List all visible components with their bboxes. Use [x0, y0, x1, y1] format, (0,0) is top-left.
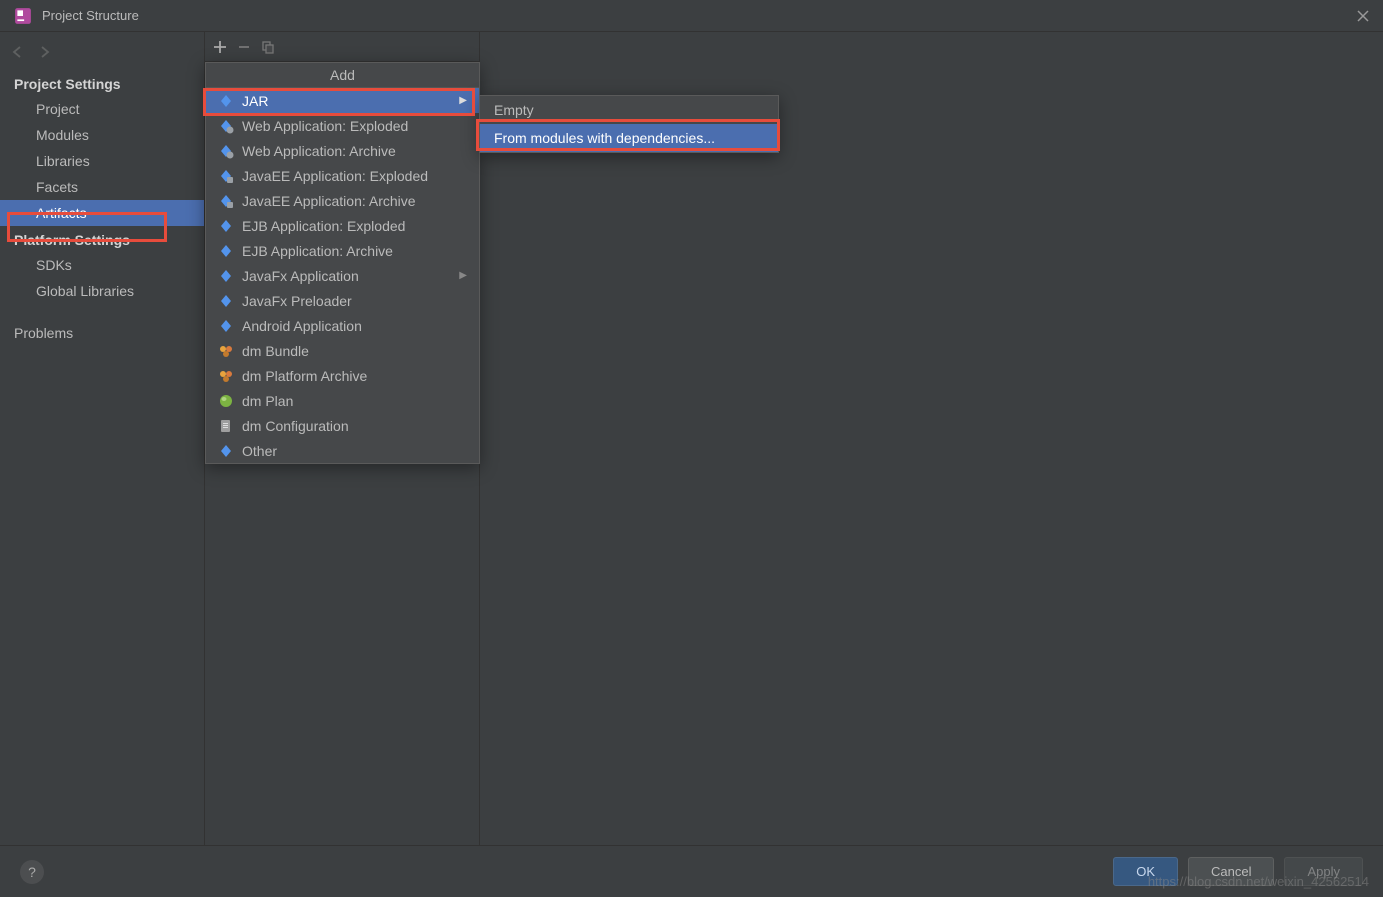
sidebar-item-problems[interactable]: Problems [0, 320, 204, 346]
artifact-type-icon [218, 293, 234, 309]
cancel-button[interactable]: Cancel [1188, 857, 1274, 886]
apply-button[interactable]: Apply [1284, 857, 1363, 886]
add-popup: Add JAR ▶ Web Application: Exploded Web App… [205, 62, 480, 464]
popup-item-label: EJB Application: Archive [242, 243, 393, 259]
artifact-type-icon [218, 418, 234, 434]
sidebar-item-modules[interactable]: Modules [0, 122, 204, 148]
footer: ? OK Cancel Apply [0, 845, 1383, 897]
popup-item-web-application-exploded[interactable]: Web Application: Exploded [206, 113, 479, 138]
artifact-type-icon [218, 343, 234, 359]
popup-item-label: JavaFx Application [242, 268, 359, 284]
popup-item-label: Web Application: Archive [242, 143, 396, 159]
artifact-type-icon [218, 168, 234, 184]
popup-title: Add [206, 63, 479, 88]
back-button[interactable] [8, 42, 28, 62]
section-platform-settings: Platform Settings [0, 226, 204, 252]
jar-submenu: EmptyFrom modules with dependencies... [479, 95, 779, 153]
popup-item-label: dm Platform Archive [242, 368, 367, 384]
popup-item-javaee-application-exploded[interactable]: JavaEE Application: Exploded [206, 163, 479, 188]
submenu-item-empty[interactable]: Empty [480, 96, 778, 124]
ok-button[interactable]: OK [1113, 857, 1178, 886]
popup-item-label: dm Bundle [242, 343, 309, 359]
detail-panel [480, 32, 1383, 845]
artifact-type-icon [218, 218, 234, 234]
popup-item-ejb-application-archive[interactable]: EJB Application: Archive [206, 238, 479, 263]
close-button[interactable] [1351, 4, 1375, 28]
titlebar: Project Structure [0, 0, 1383, 32]
popup-item-dm-platform-archive[interactable]: dm Platform Archive [206, 363, 479, 388]
artifact-type-icon [218, 393, 234, 409]
popup-item-label: JavaEE Application: Exploded [242, 168, 428, 184]
artifact-type-icon [218, 443, 234, 459]
artifact-type-icon [218, 118, 234, 134]
sidebar-item-facets[interactable]: Facets [0, 174, 204, 200]
sidebar: Project Settings Project Modules Librari… [0, 32, 205, 845]
artifact-type-icon [218, 368, 234, 384]
artifact-type-icon [218, 243, 234, 259]
window-title: Project Structure [42, 8, 1351, 23]
sidebar-item-sdks[interactable]: SDKs [0, 252, 204, 278]
popup-item-label: JavaFx Preloader [242, 293, 352, 309]
popup-item-android-application[interactable]: Android Application [206, 313, 479, 338]
artifact-type-icon [218, 143, 234, 159]
artifact-type-icon [218, 93, 234, 109]
popup-item-ejb-application-exploded[interactable]: EJB Application: Exploded [206, 213, 479, 238]
popup-item-javafx-preloader[interactable]: JavaFx Preloader [206, 288, 479, 313]
artifact-type-icon [218, 268, 234, 284]
remove-icon[interactable] [237, 40, 251, 54]
artifact-type-icon [218, 193, 234, 209]
submenu-item-from-modules-with-dependencies-[interactable]: From modules with dependencies... [480, 124, 778, 152]
popup-item-label: dm Configuration [242, 418, 349, 434]
popup-item-label: EJB Application: Exploded [242, 218, 405, 234]
help-button[interactable]: ? [20, 860, 44, 884]
popup-item-dm-plan[interactable]: dm Plan [206, 388, 479, 413]
submenu-arrow-icon: ▶ [459, 95, 467, 106]
sidebar-item-artifacts[interactable]: Artifacts [0, 200, 204, 226]
popup-item-javaee-application-archive[interactable]: JavaEE Application: Archive [206, 188, 479, 213]
submenu-arrow-icon: ▶ [459, 270, 467, 281]
popup-item-label: Web Application: Exploded [242, 118, 408, 134]
forward-button[interactable] [34, 42, 54, 62]
app-icon [14, 7, 32, 25]
popup-item-javafx-application[interactable]: JavaFx Application ▶ [206, 263, 479, 288]
popup-item-label: Android Application [242, 318, 362, 334]
sidebar-item-project[interactable]: Project [0, 96, 204, 122]
list-toolbar [205, 32, 479, 62]
popup-item-dm-bundle[interactable]: dm Bundle [206, 338, 479, 363]
popup-item-other[interactable]: Other [206, 438, 479, 463]
popup-item-jar[interactable]: JAR ▶ [206, 88, 479, 113]
sidebar-item-libraries[interactable]: Libraries [0, 148, 204, 174]
popup-item-web-application-archive[interactable]: Web Application: Archive [206, 138, 479, 163]
artifact-type-icon [218, 318, 234, 334]
popup-item-label: JavaEE Application: Archive [242, 193, 416, 209]
popup-item-label: dm Plan [242, 393, 293, 409]
popup-item-label: JAR [242, 93, 268, 109]
copy-icon[interactable] [261, 40, 275, 54]
popup-item-label: Other [242, 443, 277, 459]
sidebar-item-global-libraries[interactable]: Global Libraries [0, 278, 204, 304]
add-icon[interactable] [213, 40, 227, 54]
section-project-settings: Project Settings [0, 70, 204, 96]
popup-item-dm-configuration[interactable]: dm Configuration [206, 413, 479, 438]
